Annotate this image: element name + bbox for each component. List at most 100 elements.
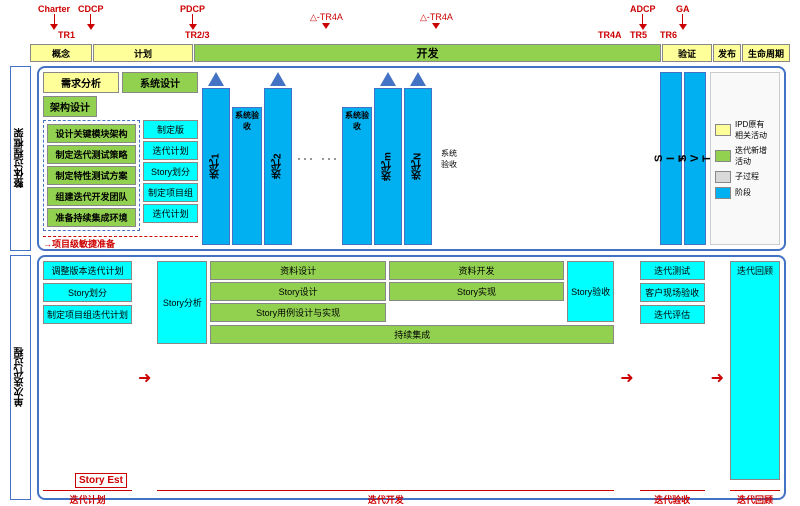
iter-dev-section: Story分析 资料设计 Story设计 Story用例设计与实现 资料开发 S xyxy=(157,261,614,494)
legend-label-3: 子过程 xyxy=(735,171,759,182)
continuous-integration: 持续集成 xyxy=(210,325,614,344)
dots2: ··· xyxy=(318,72,340,245)
story-review: Story验收 xyxy=(567,261,614,322)
phase-release: 发布 xyxy=(713,44,741,62)
req-system-boxes: 需求分析 系统设计 xyxy=(43,72,198,93)
sys-review3-label: 系统验收 xyxy=(441,148,457,170)
iter-plan-box4: 迭代计划 xyxy=(143,204,198,223)
iter-n-col: 迭代N xyxy=(404,72,432,245)
iter-plan-box1: 制定版 xyxy=(143,120,198,139)
act3: 制定特性测试方案 xyxy=(47,166,136,185)
bottom-process-frame: 调整版本迭代计划 Story划分 制定项目组迭代计划 迭代计划 ➜ Story分… xyxy=(37,255,786,500)
story-analysis: Story分析 xyxy=(157,261,207,344)
iterations-area: 迭代1 系统验收 迭代2 ··· ··· 系统验收 xyxy=(202,72,656,245)
sys-review1-box: 系统验收 xyxy=(232,107,262,245)
story-case-design: Story用例设计与实现 xyxy=(210,303,385,322)
legend-label-4: 阶段 xyxy=(735,187,751,198)
iter-test-section: 迭代测试 客户现场验收 迭代评估 迭代验收 xyxy=(640,261,705,494)
svt-box: SVT xyxy=(684,72,706,245)
story-fen-bottom: Story划分 xyxy=(43,283,132,302)
story-fen: Story划分 xyxy=(143,162,198,181)
phase-header-bar: 概念 计划 开发 验证 发布 生命周期 xyxy=(30,44,790,62)
iter1-box: 迭代1 xyxy=(202,88,230,245)
iter-m-box: 迭代m xyxy=(374,88,402,245)
act5: 准备持续集成环境 xyxy=(47,208,136,227)
requirements-box: 需求分析 xyxy=(43,72,119,93)
design-dev-cols: 资料设计 Story设计 Story用例设计与实现 资料开发 Story实现 S… xyxy=(210,261,614,344)
story-impl: Story实现 xyxy=(389,282,564,301)
iter1-col: 迭代1 xyxy=(202,72,230,245)
iter-plan-section: 调整版本迭代计划 Story划分 制定项目组迭代计划 迭代计划 xyxy=(43,261,132,494)
sys-review2-box: 系统验收 xyxy=(342,107,372,245)
milestone-ga: GA xyxy=(676,4,690,30)
act2: 制定迭代测试策略 xyxy=(47,145,136,164)
milestone-tr4a1: △-TR4A xyxy=(310,12,343,29)
phase-lifecycle: 生命周期 xyxy=(742,44,790,62)
bottom-frame-row: 单次迭代过程 调整版本迭代计划 Story划分 制定项目组迭代计划 迭代计划 ➜… xyxy=(10,255,790,500)
legend-item-3: 子过程 xyxy=(715,171,775,183)
design-activities: 设计关键模块架构 制定迭代测试策略 制定特性测试方案 组建迭代开发团队 准备持续… xyxy=(43,120,140,231)
top-process-frame: 需求分析 系统设计 架构设计 设计关键模块架构 制定迭代测试策略 制定特性测试方… xyxy=(37,66,786,251)
dev-col: 资料开发 Story实现 xyxy=(389,261,564,322)
arrow2: ➜ xyxy=(617,261,636,494)
legend-item-2: 迭代新增活动 xyxy=(715,145,775,167)
activities-iterplan: 设计关键模块架构 制定迭代测试策略 制定特性测试方案 组建迭代开发团队 准备持续… xyxy=(43,120,198,231)
milestone-charter: Charter xyxy=(38,4,70,30)
iter-test: 迭代测试 xyxy=(640,261,705,280)
iter-dev-inner: Story分析 资料设计 Story设计 Story用例设计与实现 资料开发 S xyxy=(157,261,614,344)
sys-review3: 系统验收 xyxy=(434,72,464,245)
story-est-label: Story Est xyxy=(75,473,127,488)
outer-label-top: 整体过程框架 xyxy=(10,66,31,251)
act4: 组建迭代开发团队 xyxy=(47,187,136,206)
iter-plan-box2: 迭代计划 xyxy=(143,141,198,160)
iter-review: 迭代回顾 xyxy=(730,261,780,480)
left-section: 需求分析 系统设计 架构设计 设计关键模块架构 制定迭代测试策略 制定特性测试方… xyxy=(43,72,198,245)
milestone-row: Charter CDCP PDCP △-TR4A △-TR4A ADCP xyxy=(30,4,790,40)
set-iter-plan: 制定项目组迭代计划 xyxy=(43,305,132,324)
tr23-label: TR2/3 xyxy=(185,30,210,40)
iter-plan-box3: 制定项目组 xyxy=(143,183,198,202)
phase-concept: 概念 xyxy=(30,44,92,62)
arrow3: ➜ xyxy=(708,261,727,494)
milestone-adcp: ADCP xyxy=(630,4,656,30)
adj-iter-plan: 调整版本迭代计划 xyxy=(43,261,132,280)
legend-color-3 xyxy=(715,171,731,183)
legend-color-4 xyxy=(715,187,731,199)
legend-item-4: 阶段 xyxy=(715,187,775,199)
main-container: Charter CDCP PDCP △-TR4A △-TR4A ADCP xyxy=(0,0,800,504)
design-col: 资料设计 Story设计 Story用例设计与实现 xyxy=(210,261,385,322)
tr1-label: TR1 xyxy=(58,30,75,40)
material-design: 资料设计 xyxy=(210,261,385,280)
iter2-box: 迭代2 xyxy=(264,88,292,245)
system-design-box: 系统设计 xyxy=(122,72,198,93)
arrow1: ➜ xyxy=(135,261,154,494)
sys-review1: 系统验收 xyxy=(232,72,262,245)
sit-svt: SIT SVT xyxy=(660,72,706,245)
iter-m-col: 迭代m xyxy=(374,72,402,245)
design-row: 资料设计 Story设计 Story用例设计与实现 资料开发 Story实现 S… xyxy=(210,261,614,322)
customer-onsite: 客户现场验收 xyxy=(640,283,705,302)
phase-develop: 开发 xyxy=(194,44,661,62)
phase-plan: 计划 xyxy=(93,44,193,62)
milestone-pdcp: PDCP xyxy=(180,4,205,30)
legend-box: IPD原有相关活动 迭代新增活动 子过程 阶段 xyxy=(710,72,780,245)
iter2-col: 迭代2 xyxy=(264,72,292,245)
milestone-cdcp: CDCP xyxy=(78,4,104,30)
legend-color-2 xyxy=(715,150,731,162)
legend-item-1: IPD原有相关活动 xyxy=(715,119,775,141)
iter-eval: 迭代评估 xyxy=(640,305,705,324)
iter-m-triangle xyxy=(380,72,396,86)
project-annotation: →项目级敏捷准备 xyxy=(43,236,198,250)
phase-verify: 验证 xyxy=(662,44,712,62)
outer-label-bottom: 单次迭代过程 xyxy=(10,255,31,500)
tr4-label: TR4A xyxy=(598,30,622,40)
iter-n-triangle xyxy=(410,72,426,86)
tr6-label: TR6 xyxy=(660,30,677,40)
story-design: Story设计 xyxy=(210,282,385,301)
iter-n-box: 迭代N xyxy=(404,88,432,245)
material-dev: 资料开发 xyxy=(389,261,564,280)
legend-color-1 xyxy=(715,124,731,136)
iter-plan-col: 制定版 迭代计划 Story划分 制定项目组 迭代计划 xyxy=(143,120,198,231)
arch-design-box: 架构设计 xyxy=(43,96,97,117)
iter1-triangle xyxy=(208,72,224,86)
